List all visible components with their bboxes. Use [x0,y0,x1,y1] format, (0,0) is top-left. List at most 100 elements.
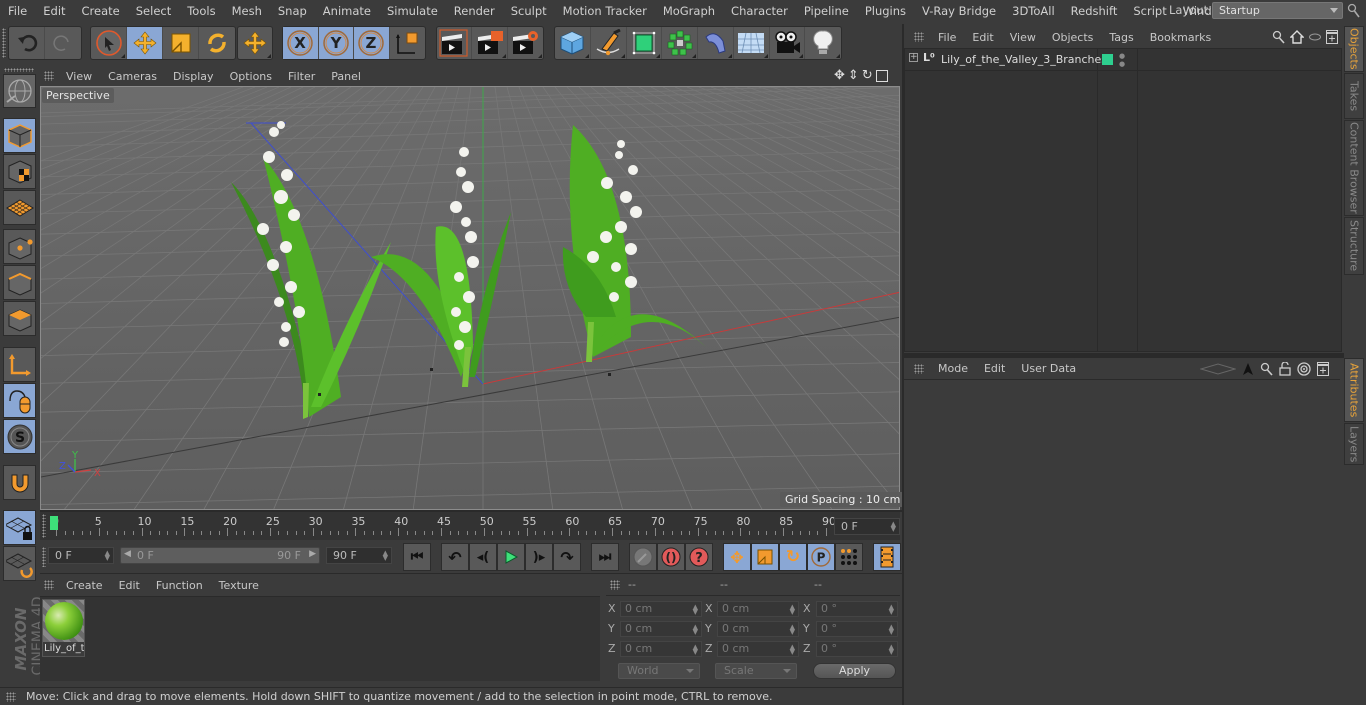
menu-animate[interactable]: Animate [315,4,379,18]
menu-snap[interactable]: Snap [270,4,315,18]
orbit-icon[interactable]: ↻ [862,68,873,84]
size-z-field[interactable]: 0 cm ▲ ▼ [717,641,799,657]
pen-button[interactable] [591,27,627,59]
edges-mode-button[interactable] [3,265,36,300]
menu-edit[interactable]: Edit [35,4,73,18]
pan-icon[interactable]: ✥ [834,68,845,84]
object-row[interactable]: + L⁰ Lily_of_the_Valley_3_Branches ● ● [905,49,1341,71]
eye-icon[interactable] [1309,33,1321,41]
recent-tool-button[interactable] [238,27,272,59]
previous-frame-button[interactable]: ◂( [469,543,497,571]
size-mode-select[interactable]: Scale [715,663,797,679]
live-selection-button[interactable] [91,27,127,59]
new-window-icon[interactable] [1326,30,1338,44]
material-menu-texture[interactable]: Texture [211,579,267,592]
x-axis-button[interactable]: X [283,27,319,59]
objects-menu-file[interactable]: File [930,31,964,44]
transport-grip[interactable] [42,547,46,567]
viewport-menu-filter[interactable]: Filter [280,70,323,83]
start-frame-field[interactable]: 0 F ▲ ▼ [48,547,114,564]
redo-button[interactable] [45,27,81,59]
menu-create[interactable]: Create [74,4,128,18]
left-palette-grip[interactable] [4,68,34,72]
menu-file[interactable]: File [0,4,35,18]
playhead[interactable] [50,516,58,530]
menu-mograph[interactable]: MoGraph [655,4,723,18]
timeline-grip[interactable] [42,514,46,538]
timeline-window-button[interactable] [873,543,901,571]
unlock-icon[interactable] [1279,362,1291,376]
range-right-arrow-icon[interactable]: ▶ [309,549,316,559]
deformer-button[interactable] [698,27,734,59]
menu-render[interactable]: Render [446,4,503,18]
attributes-menu-user-data[interactable]: User Data [1013,362,1084,375]
menu-script[interactable]: Script [1125,4,1174,18]
axis-mode-button[interactable] [3,347,36,382]
maximize-view-icon[interactable] [875,70,888,82]
attributes-menu-edit[interactable]: Edit [976,362,1013,375]
tab-takes[interactable]: Takes [1344,73,1364,119]
menu-pipeline[interactable]: Pipeline [796,4,857,18]
menu-vray-bridge[interactable]: V-Ray Bridge [914,4,1004,18]
object-mode-button[interactable] [3,118,36,153]
menu-3dtoall[interactable]: 3DToAll [1004,4,1063,18]
menu-character[interactable]: Character [723,4,796,18]
cursor-up-icon[interactable] [1242,362,1254,376]
previous-key-button[interactable]: ↶ [441,543,469,571]
position-x-field[interactable]: 0 cm ▲ ▼ [620,601,702,617]
viewport-menu-options[interactable]: Options [222,70,280,83]
position-y-field[interactable]: 0 cm ▲ ▼ [620,621,702,637]
material-menu-function[interactable]: Function [148,579,211,592]
menu-sculpt[interactable]: Sculpt [503,4,555,18]
key-parameter-button[interactable]: P [807,543,835,571]
tweak-mode-button[interactable] [3,383,36,418]
tab-structure[interactable]: Structure [1344,217,1364,275]
tab-content-browser[interactable]: Content Browser [1344,120,1364,216]
tab-objects[interactable]: Objects [1344,26,1364,72]
viewport-menu-display[interactable]: Display [165,70,222,83]
light-button[interactable] [805,27,841,59]
search-icon[interactable] [1347,3,1361,19]
tab-layers[interactable]: Layers [1344,423,1364,465]
search-icon[interactable] [1260,362,1273,376]
camera-button[interactable] [770,27,806,59]
texture-mode-button[interactable] [3,154,36,189]
objects-menu-tags[interactable]: Tags [1101,31,1141,44]
size-x-field[interactable]: 0 cm ▲ ▼ [717,601,799,617]
coordinate-mode-select[interactable]: World [618,663,700,679]
subdivision-surface-button[interactable] [627,27,663,59]
magnet-button[interactable] [3,465,36,500]
keyframe-selection-button[interactable]: ? [685,543,713,571]
workplane-mode-button[interactable] [3,190,36,225]
cube-button[interactable] [555,27,591,59]
cloner-button[interactable] [662,27,698,59]
material-swatch[interactable]: Lily_of_t [42,599,85,657]
planar-workplane-button[interactable] [3,546,36,581]
expand-icon[interactable]: + [909,53,918,62]
tab-attributes[interactable]: Attributes [1344,358,1364,422]
objects-menu-objects[interactable]: Objects [1044,31,1102,44]
layout-select[interactable]: Startup [1212,2,1343,19]
visibility-dots-icon[interactable]: ● ● [1119,52,1125,68]
rotate-tool-button[interactable] [199,27,235,59]
object-name[interactable]: Lily_of_the_Valley_3_Branches [941,53,1107,66]
attribute-manager-grip[interactable] [914,363,924,374]
menu-mesh[interactable]: Mesh [224,4,270,18]
undo-button[interactable] [9,27,45,59]
key-scale-button[interactable] [751,543,779,571]
viewport-menu-cameras[interactable]: Cameras [100,70,165,83]
frame-range-slider[interactable]: ◀ 0 F 90 F ▶ [120,547,320,564]
render-settings-button[interactable] [508,27,543,59]
viewport-menu-view[interactable]: View [58,70,100,83]
home-icon[interactable] [1290,30,1304,44]
layer-color-swatch[interactable] [1102,54,1113,65]
autokeying-button[interactable]: () [657,543,685,571]
end-frame-field[interactable]: 90 F ▲ ▼ [326,547,392,564]
key-pla-button[interactable] [835,543,863,571]
menu-simulate[interactable]: Simulate [379,4,446,18]
render-view-button[interactable] [437,27,473,59]
render-to-picture-viewer-button[interactable] [472,27,508,59]
object-manager-grip[interactable] [914,32,924,42]
range-left-arrow-icon[interactable]: ◀ [124,549,131,559]
toolbar-grip[interactable] [2,28,6,58]
